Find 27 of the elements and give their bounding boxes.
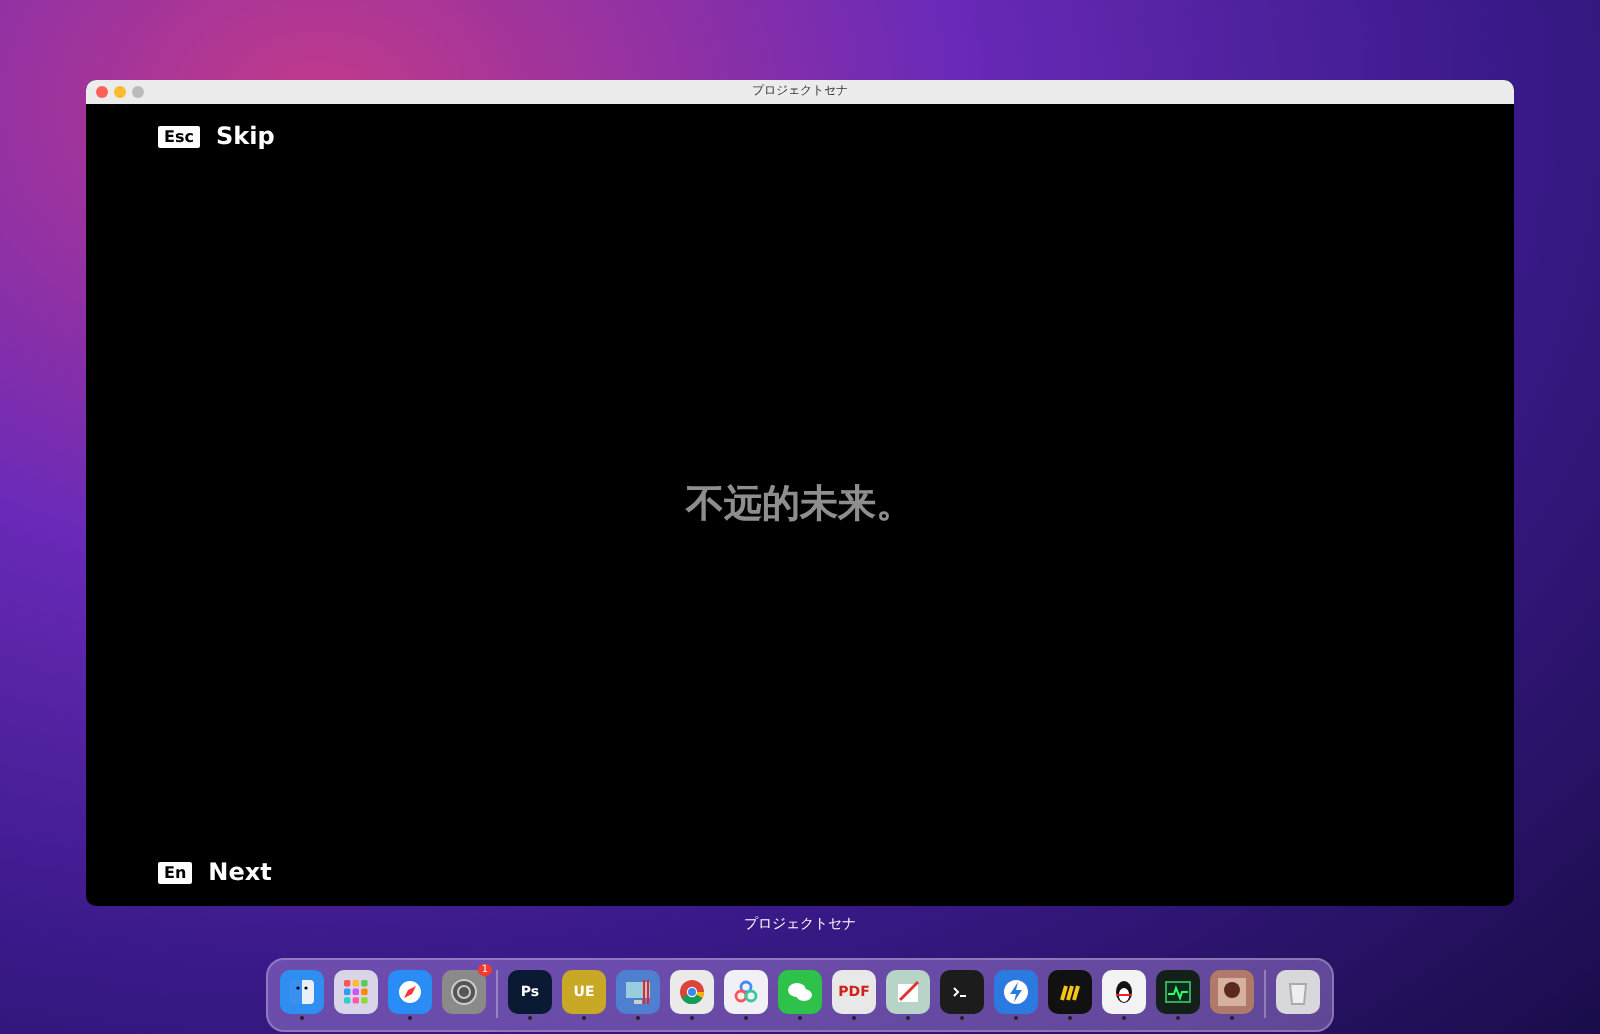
pen-icon xyxy=(894,977,922,1005)
subtitle-text: 不远的未来。 xyxy=(686,480,914,530)
chat-icon xyxy=(786,977,814,1005)
trash-icon xyxy=(1284,977,1312,1005)
activity-chart-icon xyxy=(1164,977,1192,1005)
browser-icon xyxy=(678,977,706,1005)
artwork-icon xyxy=(1218,977,1246,1005)
app-icon[interactable] xyxy=(994,969,1038,1013)
bolt-icon xyxy=(1002,977,1030,1005)
app-icon[interactable] xyxy=(778,969,822,1013)
face-icon xyxy=(288,977,316,1005)
app-icon[interactable] xyxy=(1102,969,1146,1013)
close-icon[interactable] xyxy=(96,86,108,98)
app-icon[interactable] xyxy=(1048,969,1092,1013)
skip-link[interactable]: Skip xyxy=(215,122,275,150)
key-hint: En xyxy=(158,861,193,883)
app-icon[interactable] xyxy=(1276,969,1320,1013)
app-icon[interactable] xyxy=(1210,969,1254,1013)
monitor-icon xyxy=(624,977,652,1005)
compass-icon xyxy=(396,977,424,1005)
next-link[interactable]: Next xyxy=(208,858,272,886)
circles-icon xyxy=(732,977,760,1005)
grid-icon xyxy=(342,977,370,1005)
app-icon[interactable] xyxy=(1156,969,1200,1013)
app-icon[interactable] xyxy=(388,969,432,1013)
app-icon[interactable] xyxy=(886,969,930,1013)
key-hint: Esc xyxy=(158,125,200,147)
